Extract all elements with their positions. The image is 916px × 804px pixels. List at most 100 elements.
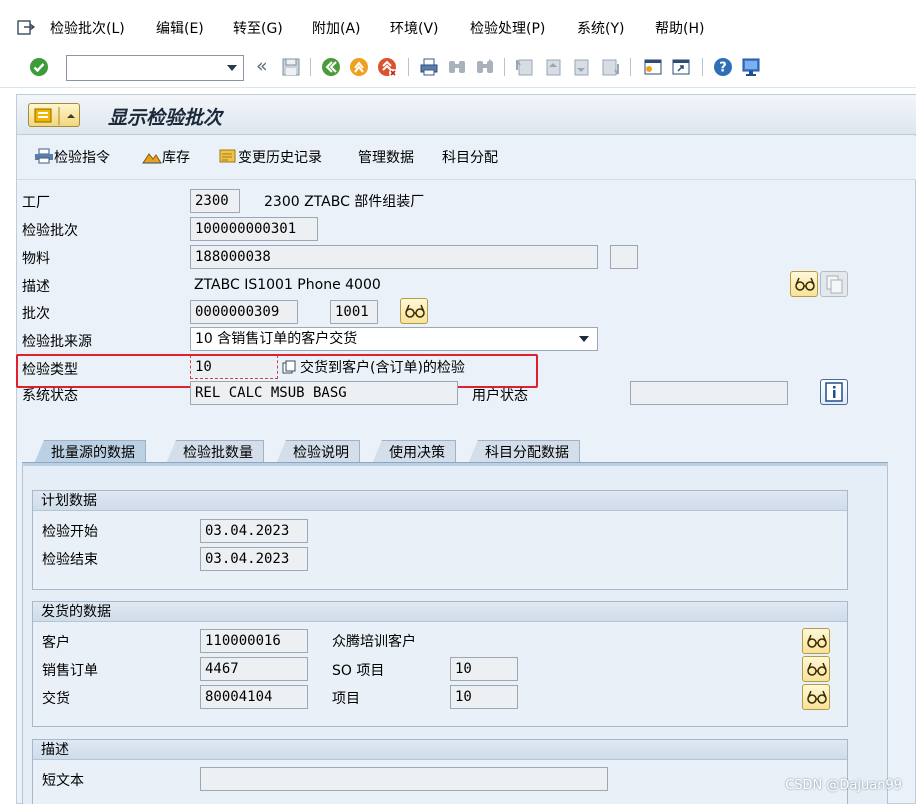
menu-help[interactable]: 帮助(H) (655, 19, 704, 39)
toolbar-separator (408, 58, 409, 76)
menu-exit-icon[interactable] (16, 18, 36, 38)
menu-extras[interactable]: 附加(A) (312, 19, 361, 39)
menu-bar: 检验批次(L) 编辑(E) 转至(G) 附加(A) 环境(V) 检验处理(P) … (0, 0, 916, 48)
plan-data-group: 计划数据 (32, 490, 848, 590)
help-icon[interactable]: ? (712, 56, 734, 78)
lot-origin-dropdown-icon[interactable] (579, 336, 589, 342)
tab-lot-origin-data[interactable]: 批量源的数据 (34, 440, 146, 464)
toolbar-separator (702, 58, 703, 76)
tab-usage-decision[interactable]: 使用决策 (372, 440, 456, 464)
description-value: ZTABC IS1001 Phone 4000 (194, 277, 381, 293)
printer-icon (35, 148, 53, 164)
inspection-lot-label: 检验批次 (22, 223, 78, 239)
menu-toggle-icon (34, 107, 75, 125)
material-extra-field[interactable] (610, 245, 638, 269)
item-label: 项目 (332, 691, 360, 707)
menu-system[interactable]: 系统(Y) (577, 19, 624, 39)
stock-button[interactable]: 库存 (142, 148, 190, 168)
inspection-instruction-button[interactable]: 检验指令 (34, 148, 110, 168)
create-session-icon[interactable] (642, 56, 664, 78)
customer-field[interactable]: 110000016 (200, 629, 308, 653)
status-info-button[interactable] (820, 379, 848, 405)
toolbar-separator (504, 58, 505, 76)
first-page-icon[interactable] (514, 56, 536, 78)
info-icon (825, 382, 843, 402)
menu-inspection-processing[interactable]: 检验处理(P) (470, 19, 545, 39)
user-status-label: 用户状态 (472, 388, 528, 401)
save-icon[interactable] (280, 56, 302, 78)
stock-label: 库存 (162, 150, 190, 166)
customize-layout-icon[interactable] (740, 56, 762, 78)
customer-name: 众腾培训客户 (332, 634, 416, 650)
stock-chart-icon (142, 153, 162, 164)
inspection-end-field[interactable]: 03.04.2023 (200, 547, 308, 571)
glasses-icon (807, 690, 827, 704)
plan-data-title: 计划数据 (33, 491, 847, 511)
plant-field[interactable]: 2300 (190, 189, 240, 213)
tab-lot-quantity[interactable]: 检验批数量 (166, 440, 264, 464)
user-status-field[interactable] (630, 381, 788, 405)
toolbar-separator (310, 58, 311, 76)
command-field[interactable] (66, 55, 244, 81)
menu-inspection-lot[interactable]: 检验批次(L) (50, 19, 125, 39)
next-page-icon[interactable] (570, 56, 592, 78)
account-assignment-button[interactable]: 科目分配 (442, 148, 498, 168)
inspection-lot-field[interactable]: 100000000301 (190, 217, 318, 241)
delivery-data-title: 发货的数据 (33, 602, 847, 622)
change-history-button[interactable]: 变更历史记录 (218, 148, 322, 168)
material-field[interactable]: 188000038 (190, 245, 598, 269)
back-arrows-icon[interactable]: « (256, 55, 268, 77)
system-status-field[interactable]: REL CALC MSUB BASG (190, 381, 458, 405)
tab-account-assignment-data[interactable]: 科目分配数据 (468, 440, 580, 464)
previous-page-icon[interactable] (542, 56, 564, 78)
tab-inspection-specs[interactable]: 检验说明 (276, 440, 360, 464)
menu-toggle-button[interactable] (28, 103, 80, 127)
batch-label: 批次 (22, 306, 50, 322)
copy-disabled-icon (820, 271, 848, 297)
short-text-label: 短文本 (42, 773, 84, 789)
item-field[interactable]: 10 (450, 685, 518, 709)
system-status-label: 系统状态 (22, 388, 78, 401)
short-text-field[interactable] (200, 767, 608, 791)
glasses-icon (795, 277, 815, 291)
print-icon[interactable] (418, 56, 440, 78)
enter-check-icon[interactable] (28, 56, 50, 78)
page-title: 显示检验批次 (108, 107, 223, 129)
delivery-field[interactable]: 80004104 (200, 685, 308, 709)
inspection-start-label: 检验开始 (42, 524, 98, 540)
description-label: 描述 (22, 279, 50, 295)
batch-field[interactable]: 0000000309 (190, 300, 298, 324)
admin-data-button[interactable]: 管理数据 (358, 148, 414, 168)
svg-text:?: ? (719, 61, 727, 76)
batch-plant-field[interactable]: 1001 (330, 300, 378, 324)
customer-label: 客户 (42, 635, 70, 651)
find-next-icon[interactable] (474, 56, 496, 78)
cancel-icon[interactable] (376, 56, 398, 78)
toolbar-separator (630, 58, 631, 76)
menu-edit[interactable]: 编辑(E) (156, 19, 204, 39)
sales-order-label: 销售订单 (42, 663, 98, 679)
so-item-field[interactable]: 10 (450, 657, 518, 681)
display-customer-button[interactable] (802, 628, 830, 654)
display-batch-button[interactable] (400, 298, 428, 324)
last-page-icon[interactable] (598, 56, 620, 78)
menu-environment[interactable]: 环境(V) (390, 19, 439, 39)
glasses-icon (405, 304, 425, 318)
so-item-label: SO 项目 (332, 663, 385, 679)
menu-goto[interactable]: 转至(G) (233, 19, 283, 39)
exit-icon[interactable] (348, 56, 370, 78)
display-sales-order-button[interactable] (802, 656, 830, 682)
lot-origin-value: 10 含销售订单的客户交货 (195, 331, 358, 347)
plant-label: 工厂 (22, 195, 50, 211)
command-dropdown-icon[interactable] (227, 65, 237, 71)
back-icon[interactable] (320, 56, 342, 78)
display-material-button[interactable] (790, 271, 818, 297)
sales-order-field[interactable]: 4467 (200, 657, 308, 681)
material-label: 物料 (22, 251, 50, 267)
find-icon[interactable] (446, 56, 468, 78)
lot-origin-select[interactable]: 10 含销售订单的客户交货 (190, 327, 598, 351)
inspection-end-label: 检验结束 (42, 552, 98, 568)
display-delivery-button[interactable] (802, 684, 830, 710)
shortcut-icon[interactable] (670, 56, 692, 78)
inspection-start-field[interactable]: 03.04.2023 (200, 519, 308, 543)
